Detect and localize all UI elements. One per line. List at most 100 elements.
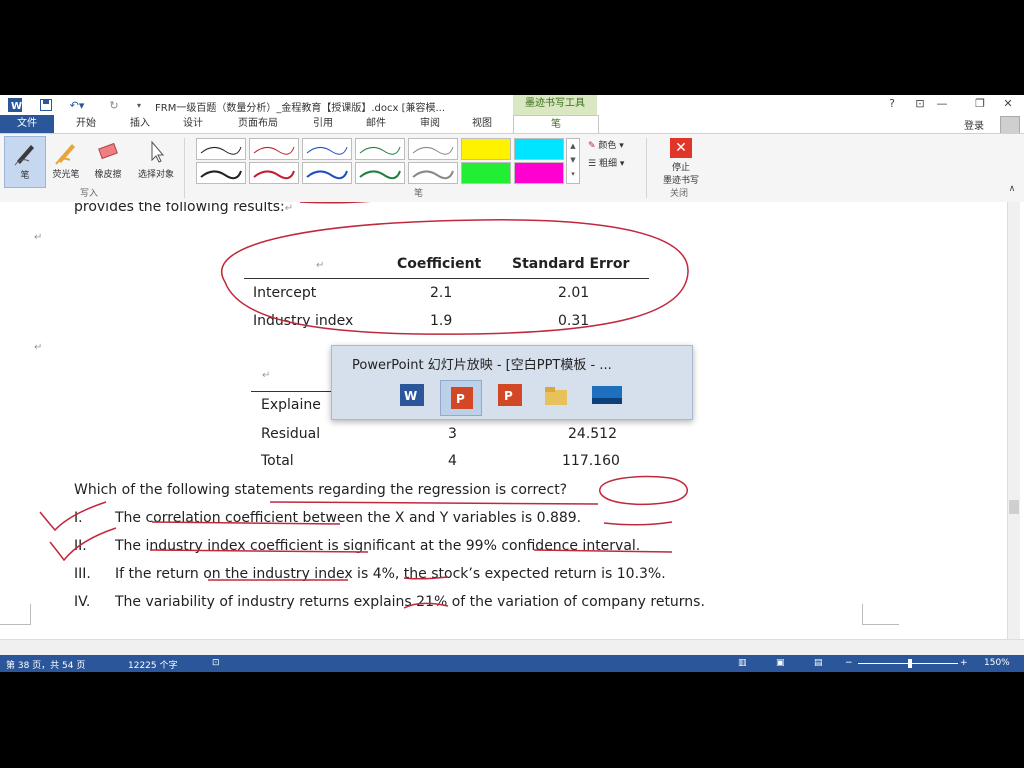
highlighter-swatch-green[interactable]: [461, 162, 511, 184]
zoom-level[interactable]: 150%: [984, 658, 1010, 668]
status-bar: 第 38 页，共 54 页 12225 个字 ⊡ ▥ ▣ ▤ − + 150%: [0, 655, 1024, 672]
tab-review[interactable]: 审阅: [410, 115, 450, 133]
svg-text:W: W: [11, 101, 22, 112]
write-group-label: 写入: [80, 189, 99, 199]
tab-insert[interactable]: 插入: [120, 115, 160, 133]
pen-gallery-scroll[interactable]: ▲ ▼ ▾: [566, 138, 580, 184]
folder-taskbar-icon[interactable]: [544, 384, 568, 406]
ink-check-i: [39, 501, 107, 532]
eraser-icon: [98, 142, 118, 160]
tab-pens[interactable]: 笔: [513, 115, 599, 135]
pen-swatch-red-thick[interactable]: [249, 162, 299, 184]
svg-text:W: W: [404, 389, 417, 403]
tab-design[interactable]: 设计: [173, 115, 213, 133]
ink-ellipse-correct: [599, 475, 688, 506]
ink-underline-0889: [603, 521, 673, 526]
page-count[interactable]: 第 38 页，共 54 页: [6, 658, 85, 671]
taskbar-thumbnail-popup[interactable]: PowerPoint 幻灯片放映 - [空白PPT模板 - ... W P P: [331, 345, 693, 420]
pen-swatch-gray-thick[interactable]: [408, 162, 458, 184]
select-objects-label: 选择对象: [137, 170, 174, 180]
eraser-button[interactable]: 橡皮擦: [88, 136, 128, 186]
eraser-label: 橡皮擦: [94, 170, 122, 180]
word-taskbar-icon[interactable]: W: [400, 384, 424, 406]
desktop-taskbar-icon[interactable]: [592, 384, 622, 406]
document-title: FRM一级百题（数量分析）_金程教育【授课版】.docx [兼容模...: [155, 103, 446, 114]
pen-swatch-green-thin[interactable]: [355, 138, 405, 160]
highlighter-swatch-yellow[interactable]: [461, 138, 511, 160]
close-icon[interactable]: ✕: [998, 97, 1018, 110]
ink-annotations: [39, 202, 689, 609]
svg-text:P: P: [456, 392, 465, 406]
ribbon-display-icon[interactable]: ⊡: [910, 97, 930, 110]
read-mode-icon[interactable]: ▥: [738, 658, 747, 668]
stop-inking-button[interactable]: ✕ 停止 墨迹书写: [656, 136, 706, 186]
pen-swatch-blue-thick[interactable]: [302, 162, 352, 184]
pen-swatch-green-thick[interactable]: [355, 162, 405, 184]
close-group-label: 关闭: [670, 189, 689, 199]
vertical-scrollbar[interactable]: [1007, 202, 1020, 672]
highlighter-icon: [55, 144, 75, 165]
tab-mailings[interactable]: 邮件: [356, 115, 396, 133]
tab-home[interactable]: 开始: [66, 115, 106, 133]
zoom-slider-knob[interactable]: [908, 659, 912, 668]
ink-underline-industry: [149, 549, 369, 553]
ink-underline-statements: [269, 501, 599, 505]
word-app-icon: W: [8, 98, 22, 112]
web-layout-icon[interactable]: ▤: [814, 658, 823, 668]
select-objects-button[interactable]: 选择对象: [132, 136, 180, 186]
highlighter-button[interactable]: 荧光笔: [46, 136, 86, 186]
thickness-dropdown[interactable]: ☰ 粗细 ▾: [588, 156, 624, 169]
save-icon[interactable]: [38, 98, 54, 112]
svg-text:P: P: [504, 389, 513, 403]
word-window: W ↶▾ ↻ ▾ FRM一级百题（数量分析）_金程教育【授课版】.docx [兼…: [0, 95, 1024, 672]
restore-icon[interactable]: ❐: [970, 97, 990, 110]
pen-button[interactable]: 笔: [4, 136, 46, 188]
tab-file[interactable]: 文件: [0, 115, 54, 133]
zoom-in-icon[interactable]: +: [960, 658, 968, 668]
tab-page-layout[interactable]: 页面布局: [228, 115, 288, 133]
highlighter-label: 荧光笔: [52, 170, 80, 180]
zoom-out-icon[interactable]: −: [845, 658, 853, 668]
highlighter-swatch-magenta[interactable]: [514, 162, 564, 184]
word-count[interactable]: 12225 个字: [128, 658, 178, 671]
pen-swatch-gray-thin[interactable]: [408, 138, 458, 160]
document-area[interactable]: provides the following results:↵ ↵ ↵ Coe…: [0, 202, 1024, 672]
ink-underline-correlation: [151, 521, 341, 525]
thickness-label: 粗细: [598, 159, 617, 169]
divider: [184, 138, 185, 198]
horizontal-scrollbar[interactable]: [0, 639, 1024, 656]
divider: [646, 138, 647, 198]
thickness-icon: ☰: [588, 159, 597, 169]
powerpoint-taskbar-icon[interactable]: P: [498, 384, 522, 406]
pen-label: 笔: [20, 171, 30, 181]
powerpoint-slideshow-taskbar-icon[interactable]: P: [440, 380, 482, 416]
scroll-thumb[interactable]: [1009, 500, 1019, 514]
select-arrow-icon: [151, 140, 165, 163]
tab-view[interactable]: 视图: [462, 115, 502, 133]
ink-check-ii: [49, 527, 117, 562]
redo-icon[interactable]: ↻: [106, 98, 122, 112]
stop-label-line2: 墨迹书写: [662, 176, 699, 186]
ink-ellipse-table: [221, 219, 689, 335]
popup-title: PowerPoint 幻灯片放映 - [空白PPT模板 - ...: [352, 358, 612, 373]
pen-group-label: 笔: [414, 189, 424, 199]
login-link[interactable]: 登录: [964, 117, 984, 132]
ink-underline-intro: [299, 202, 371, 204]
minimize-icon[interactable]: —: [932, 97, 952, 110]
customize-qa-icon[interactable]: ▾: [134, 98, 144, 112]
pen-icon: [14, 145, 34, 166]
pen-swatch-blue-thin[interactable]: [302, 138, 352, 160]
color-dropdown[interactable]: ✎ 颜色 ▾: [588, 138, 624, 151]
pen-swatch-red-thin[interactable]: [249, 138, 299, 160]
pen-swatch-black-thin[interactable]: [196, 138, 246, 160]
collapse-ribbon-icon[interactable]: ∧: [1002, 184, 1022, 194]
highlighter-swatch-cyan[interactable]: [514, 138, 564, 160]
undo-icon[interactable]: ↶▾: [66, 98, 88, 112]
help-button[interactable]: ?: [882, 97, 902, 110]
print-layout-icon[interactable]: ▣: [776, 658, 785, 668]
tab-references[interactable]: 引用: [303, 115, 343, 133]
ink-tools-context-tab: 墨迹书写工具: [513, 95, 597, 115]
ribbon-tabs: 文件 开始 插入 设计 页面布局 引用 邮件 审阅 视图 笔 登录: [0, 115, 1024, 135]
pen-swatch-black-thick[interactable]: [196, 162, 246, 184]
proofing-icon[interactable]: ⊡: [212, 658, 220, 668]
